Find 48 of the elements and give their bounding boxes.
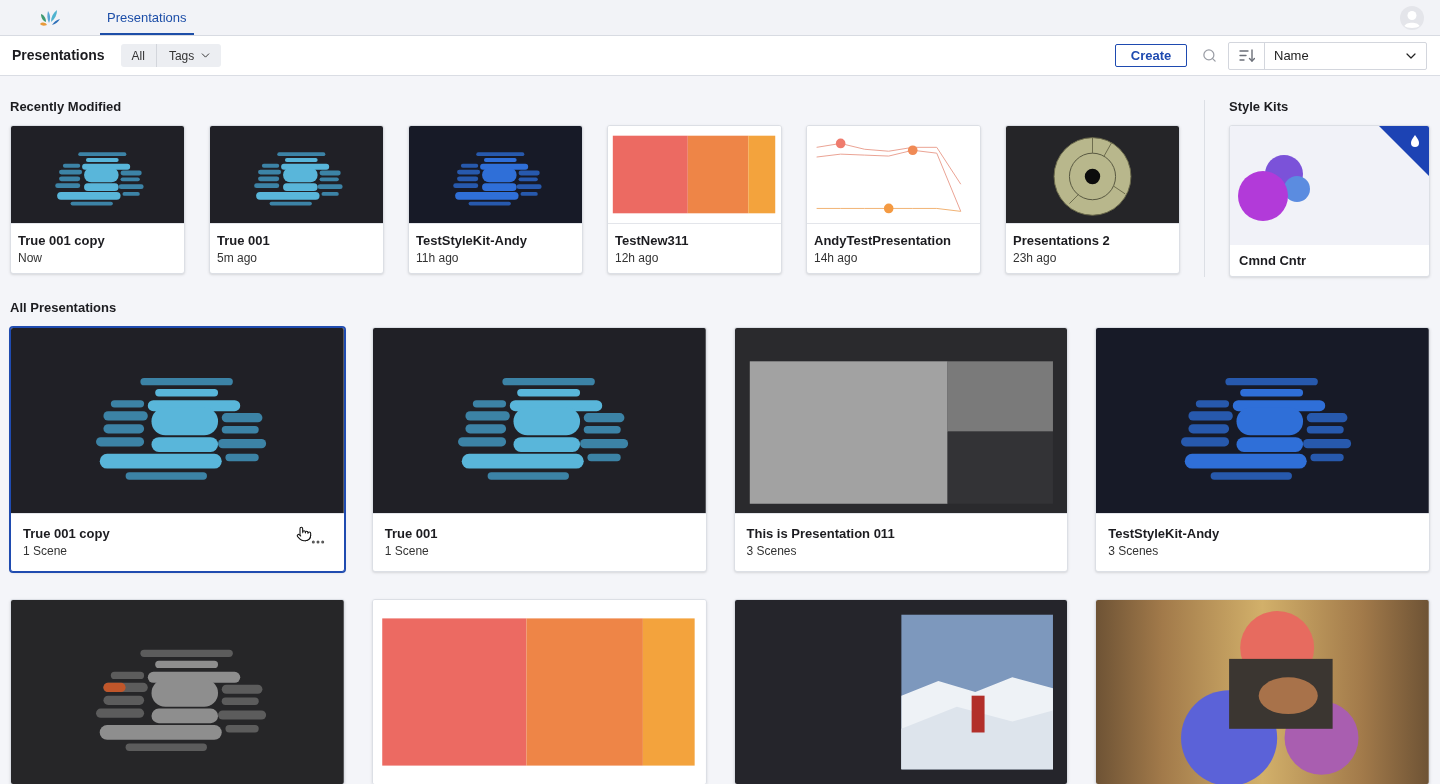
sort-icon — [1238, 49, 1255, 62]
search-icon[interactable] — [1202, 48, 1217, 63]
card-title: Cmnd Cntr — [1239, 252, 1307, 270]
card-title: TestStyleKit-Andy — [1108, 525, 1220, 543]
recent-presentation-card[interactable]: True 001 5m ago — [209, 125, 384, 274]
style-kit-card[interactable]: Cmnd Cntr — [1229, 125, 1430, 277]
card-title: True 001 copy — [18, 232, 105, 250]
presentation-card[interactable]: This is Presentation 011 3 Scenes — [733, 327, 1069, 572]
recent-presentation-card[interactable]: Presentations 2 23h ago — [1005, 125, 1180, 274]
card-title: Presentations 2 — [1013, 232, 1110, 250]
hand-cursor-icon — [295, 526, 312, 542]
modified-time: 5m ago — [217, 250, 258, 266]
drop-badge-icon — [1379, 126, 1429, 176]
card-title: This is Presentation 011 — [746, 525, 895, 543]
modified-time: Now — [18, 250, 42, 266]
card-title: True 001 — [217, 232, 270, 250]
modified-time: 11h ago — [416, 250, 459, 266]
modified-time: 12h ago — [615, 250, 659, 266]
create-button[interactable]: Create — [1115, 44, 1187, 67]
scene-count: 1 Scene — [23, 543, 68, 559]
sort-dropdown[interactable]: Name — [1265, 42, 1426, 69]
presentation-card[interactable]: True 001 copy 1 Scene — [10, 327, 345, 572]
card-title: TestNew311 — [615, 232, 689, 250]
scene-count: 3 Scenes — [1108, 543, 1159, 559]
card-title: True 001 — [384, 525, 438, 543]
scene-count: 1 Scene — [384, 543, 429, 559]
tags-dropdown[interactable]: Tags — [156, 44, 222, 67]
section-heading: All Presentations — [10, 299, 117, 317]
recent-presentation-card[interactable]: TestStyleKit-Andy 11h ago — [408, 125, 583, 274]
card-title: AndyTestPresentation — [814, 232, 951, 250]
section-heading: Style Kits — [1229, 98, 1289, 116]
section-heading: Recently Modified — [10, 98, 122, 116]
recent-presentation-card[interactable]: AndyTestPresentation 14h ago — [806, 125, 981, 274]
presentation-card[interactable]: TestStyleKit-Andy 3 Scenes — [1095, 327, 1430, 572]
recent-presentation-card[interactable]: TestNew311 12h ago — [607, 125, 782, 274]
filter-button[interactable]: All — [120, 44, 157, 67]
chart-point — [907, 145, 918, 156]
modified-time: 14h ago — [814, 250, 858, 266]
card-title: True 001 copy — [23, 525, 110, 543]
chart-point — [835, 138, 846, 149]
chart-point — [883, 203, 894, 214]
scene-count: 3 Scenes — [746, 543, 797, 559]
recent-presentation-card[interactable]: True 001 copy Now — [10, 125, 185, 274]
card-title: TestStyleKit-Andy — [416, 232, 527, 250]
page-title: Presentations — [12, 46, 105, 65]
modified-time: 23h ago — [1013, 250, 1057, 266]
presentation-card[interactable]: True 001 1 Scene — [371, 327, 707, 572]
logo-icon[interactable] — [39, 7, 61, 28]
